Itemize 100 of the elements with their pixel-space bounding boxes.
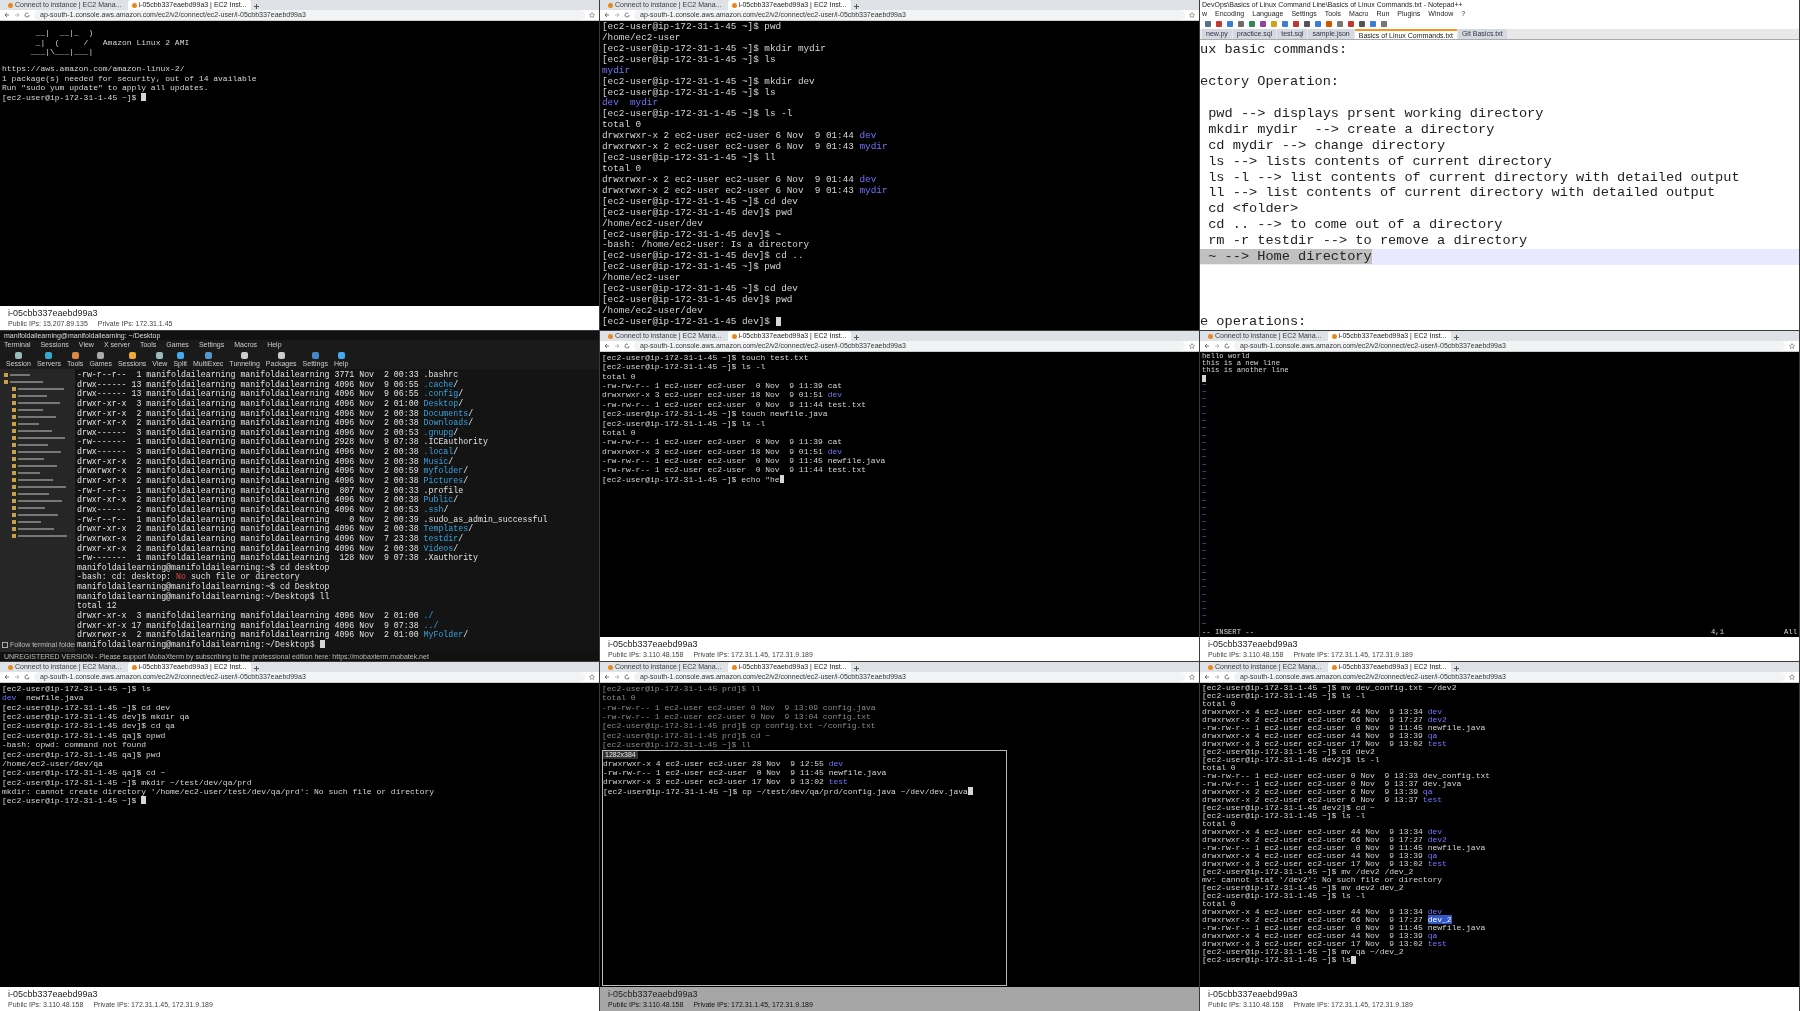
star-icon[interactable] [1789, 674, 1795, 680]
back-icon[interactable] [604, 674, 610, 680]
toolbar-icon [310, 351, 320, 360]
terminal-line: [ec2-user@ip-172-31-1-45 ~]$ echo "he [602, 474, 780, 485]
terminal-line: [ec2-user@ip-172-31-1-45 ~]$ ls -l [1202, 692, 1366, 700]
new-tab-icon[interactable] [852, 334, 860, 341]
follow-folder-checkbox[interactable] [2, 641, 8, 648]
back-icon[interactable] [604, 343, 610, 349]
reload-icon[interactable] [624, 343, 630, 349]
terminal-line: drwxrwxr-x 4 ec2-user ec2-user 44 Nov 9 13:39 qa [1202, 732, 1438, 740]
instance-id: i-05cbb337eaebd99a3 [1208, 639, 1299, 650]
terminal-line: drwxr-xr-x 2 manifoldailearning manifoldailearning 4096 Nov 2 00:38 Public/ [77, 495, 459, 505]
banner-line: __| __|_ ) [34, 28, 95, 38]
reload-icon[interactable] [24, 12, 30, 18]
terminal-line: dev newfile.java [2, 693, 85, 703]
terminal-line: drwxrwxr-x 4 ec2-user ec2-user 44 Nov 9 13:34 dev [1202, 708, 1444, 716]
toolbar-icon [240, 351, 250, 360]
new-tab-icon[interactable] [852, 3, 860, 10]
instance-id: i-05cbb337eaebd99a3 [608, 639, 699, 650]
terminal-line: /home/ec2-user [602, 273, 682, 284]
text-line: cd <folder> [1207, 201, 1300, 218]
terminal-line: [ec2-user@ip-172-31-1-45 qa]$ cd ~ [2, 768, 167, 778]
reload-icon[interactable] [624, 12, 630, 18]
terminal-line: manifoldailearning@manifoldailearning:~/Desktop$ ll [77, 591, 331, 602]
terminal-line: [ec2-user@ip-172-31-1-45 dev]$ pwd [602, 207, 794, 219]
star-icon[interactable] [1789, 343, 1795, 349]
new-tab-icon[interactable] [252, 3, 260, 10]
terminal-line: -bash: cd: desktop: No such file or directory [77, 572, 300, 583]
terminal-line: [ec2-user@ip-172-31-1-45 ~]$ mv dev_config.txt ~/dev2 [1202, 684, 1458, 692]
terminal-line: drwxrwxr-x 2 ec2-user ec2-user 6 Nov 9 01:44 dev [602, 131, 878, 142]
back-icon[interactable] [4, 12, 10, 18]
terminal-line: [ec2-user@ip-172-31-1-45 dev]$ mkdir qa [2, 712, 191, 722]
terminal-line: -rw-rw-r-- 1 ec2-user ec2-user 0 Nov 9 13:04 config.txt [602, 712, 872, 722]
terminal-line: [ec2-user@ip-172-31-1-45 prd]$ cd ~ [602, 730, 772, 741]
terminal-line: [ec2-user@ip-172-31-1-45 prd]$ cp config.txt ~/config.txt [602, 721, 877, 731]
terminal-line: drwxrwxr-x 4 ec2-user ec2-user 44 Nov 9 13:39 qa [1202, 932, 1438, 940]
terminal-line: [ec2-user@ip-172-31-1-45 dev]$ [602, 316, 771, 328]
terminal-line: drwxrwxr-x 2 ec2-user ec2-user 6 Nov 9 01:43 mydir [602, 185, 889, 197]
star-icon[interactable] [589, 674, 595, 680]
reload-icon[interactable] [1224, 343, 1230, 349]
terminal-line: [ec2-user@ip-172-31-1-45 ~]$ ls -l [602, 109, 794, 120]
terminal-line: [ec2-user@ip-172-31-1-45 dev]$ cd .. [602, 251, 805, 262]
terminal-line: [ec2-user@ip-172-31-1-45 dev]$ cd qa [2, 721, 176, 731]
terminal-line: [ec2-user@ip-172-31-1-45 ~]$ [2, 796, 138, 806]
new-tab-icon[interactable] [1452, 665, 1460, 672]
star-icon[interactable] [1189, 12, 1195, 18]
terminal-line: mydir [602, 65, 631, 77]
terminal-line: total 0 [602, 164, 643, 175]
terminal-line: drwxrwxr-x 4 ec2-user ec2-user 44 Nov 9 13:39 qa [1202, 852, 1438, 860]
terminal-line: /home/ec2-user/dev [602, 218, 704, 230]
terminal-line: -rw-rw-r-- 1 ec2-user ec2-user 0 Nov 9 13:37 dev.java [1202, 780, 1462, 788]
text-line: ls --> lists contents of current directory [1207, 153, 1553, 170]
text-line: mkdir mydir --> create a directory [1207, 121, 1496, 138]
terminal-line: [ec2-user@ip-172-31-1-45 ~]$ ls [602, 54, 777, 66]
terminal-line: drwxrwxr-x 2 manifoldailearning manifoldailearning 4096 Nov 7 23:38 testdir/ [77, 533, 465, 544]
text-line: cd mydir --> change directory [1207, 137, 1447, 154]
terminal-line: [ec2-user@ip-172-31-1-45 ~]$ cd dev [602, 196, 799, 208]
terminal-line: -bash: opwd: command not found [2, 740, 148, 750]
terminal-line: drwxr-xr-x 2 manifoldailearning manifoldailearning 4096 Nov 2 00:38 Videos/ [77, 543, 459, 554]
terminal-line: total 0 [1202, 900, 1236, 908]
terminal-line: drwxr-xr-x 3 manifoldailearning manifoldailearning 4096 Nov 2 01:00 Desktop/ [77, 398, 465, 409]
terminal-line: [ec2-user@ip-172-31-1-45 dev2]$ cd ~ [1202, 804, 1376, 812]
terminal-line: [ec2-user@ip-172-31-1-45 ~]$ ls -l [1202, 892, 1367, 900]
terminal-line: -rw-rw-r-- 1 ec2-user ec2-user 0 Nov 9 11:45 newfile.java [1202, 844, 1487, 852]
terminal-line: [ec2-user@ip-172-31-1-45 ~]$ mkdir dev [602, 76, 816, 88]
terminal-line: -rw-r--r-- 1 manifoldailearning manifoldailearning 0 Nov 2 00:39 .sudo_as_admin_successful [77, 514, 549, 525]
star-icon[interactable] [1189, 343, 1195, 349]
back-icon[interactable] [604, 12, 610, 18]
star-icon[interactable] [589, 12, 595, 18]
toolbar-icon [336, 351, 346, 360]
terminal-line: [ec2-user@ip-172-31-1-45 ~]$ touch test.txt [602, 353, 810, 363]
reload-icon[interactable] [24, 674, 30, 680]
terminal-line: total 0 [1202, 764, 1236, 772]
terminal-line: drwxrwxr-x 2 ec2-user ec2-user 66 Nov 9 17:27 dev2 [1202, 836, 1448, 844]
terminal-line: manifoldailearning@manifoldailearning:~$ cd desktop [77, 562, 331, 573]
terminal-line: total 0 [602, 427, 636, 438]
new-tab-icon[interactable] [852, 665, 860, 672]
new-tab-icon[interactable] [252, 665, 260, 672]
terminal-line: total 0 [602, 120, 643, 131]
terminal-line: [ec2-user@ip-172-31-1-45 ~]$ cd dev [602, 284, 799, 295]
back-icon[interactable] [1204, 343, 1210, 349]
terminal-line: [ec2-user@ip-172-31-1-45 dev]$ pwd [602, 295, 794, 306]
star-icon[interactable] [1189, 674, 1195, 680]
terminal-line: [ec2-user@ip-172-31-1-45 prd]$ ll [602, 684, 762, 694]
terminal-line: [ec2-user@ip-172-31-1-45 qa]$ opwd [2, 730, 167, 741]
terminal-line: drwxrwxr-x 2 manifoldailearning manifoldailearning 4096 Nov 2 01:00 MyFolder/ [77, 630, 470, 640]
new-tab-icon[interactable] [1452, 334, 1460, 341]
terminal-line: [ec2-user@ip-172-31-1-45 ~]$ mkdir mydir [602, 43, 827, 55]
terminal-line: drwx------ 3 manifoldailearning manifoldailearning 4096 Nov 2 00:53 .gnupg/ [77, 427, 459, 438]
terminal-line: -rw-rw-r-- 1 ec2-user ec2-user 0 Nov 9 11:45 newfile.java [1202, 724, 1487, 732]
back-icon[interactable] [1204, 674, 1210, 680]
terminal-line: drwxrwxr-x 2 ec2-user ec2-user 6 Nov 9 13:39 qa [1202, 788, 1433, 796]
reload-icon[interactable] [624, 674, 630, 680]
terminal-line: [ec2-user@ip-172-31-1-45 ~]$ ls -l [602, 418, 767, 428]
terminal-line: drwxrwxr-x 3 ec2-user ec2-user 18 Nov 9 01:51 dev [602, 390, 844, 400]
terminal-line: total 12 [77, 601, 117, 611]
reload-icon[interactable] [1224, 674, 1230, 680]
instance-id: i-05cbb337eaebd99a3 [608, 989, 699, 1000]
terminal-line: -rw-rw-r-- 1 ec2-user ec2-user 0 Nov 9 11:44 test.txt [602, 399, 868, 410]
back-icon[interactable] [4, 674, 10, 680]
